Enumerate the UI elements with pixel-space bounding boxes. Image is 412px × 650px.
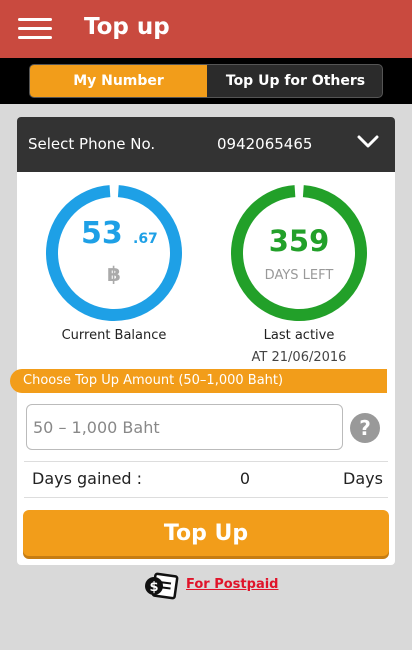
days-left-value: 359: [268, 224, 330, 258]
help-icon[interactable]: ?: [349, 412, 381, 444]
tab-bar: My Number Top Up for Others: [0, 58, 412, 104]
last-active-caption: Last active: [263, 328, 335, 343]
amount-input[interactable]: [26, 404, 343, 450]
last-active-date: AT 21/06/2016: [251, 350, 347, 365]
phone-number: 0942065465: [217, 135, 313, 153]
baht-currency-icon: ฿: [107, 262, 121, 286]
balance-gauge: 53 .67 ฿: [45, 184, 183, 322]
divider: [24, 461, 388, 462]
postpaid-link[interactable]: For Postpaid: [186, 577, 278, 592]
days-gained-label: Days gained :: [32, 469, 143, 488]
bill-money-icon: $: [145, 572, 179, 600]
days-gained-value: 0: [239, 469, 251, 488]
svg-text:?: ?: [359, 416, 371, 440]
page-title: Top up: [84, 14, 170, 40]
app-bar: Top up: [0, 0, 412, 58]
amount-banner: Choose Top Up Amount (50–1,000 Baht): [10, 369, 387, 393]
chevron-down-icon: [357, 135, 379, 148]
days-left-unit: DAYS LEFT: [264, 268, 334, 283]
tab-group: My Number Top Up for Others: [29, 64, 383, 98]
tab-my-number[interactable]: My Number: [30, 65, 207, 97]
phone-selector[interactable]: Select Phone No. 0942065465: [17, 117, 395, 172]
divider: [24, 497, 388, 498]
balance-integer: 53: [81, 216, 123, 251]
top-up-button[interactable]: Top Up: [23, 510, 389, 556]
days-gained-unit: Days: [343, 469, 383, 488]
balance-decimal: .67: [133, 231, 158, 247]
svg-text:$: $: [149, 580, 158, 595]
days-left-gauge: 359 DAYS LEFT: [230, 184, 368, 322]
tab-top-up-for-others[interactable]: Top Up for Others: [207, 65, 382, 97]
balance-ring: [46, 185, 182, 321]
hamburger-menu-icon[interactable]: [18, 18, 52, 40]
phone-selector-label: Select Phone No.: [28, 135, 156, 153]
balance-caption: Current Balance: [61, 328, 167, 343]
